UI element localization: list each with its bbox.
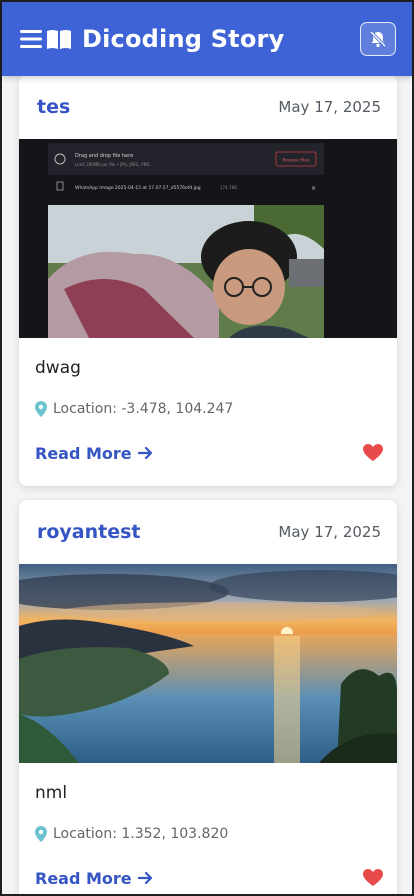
story-card-header: tes May 17, 2025 bbox=[19, 76, 397, 139]
story-author: tes bbox=[37, 96, 71, 118]
story-author: royantest bbox=[37, 521, 141, 543]
story-location-text: Location: 1.352, 103.820 bbox=[53, 826, 229, 842]
story-location-text: Location: -3.478, 104.247 bbox=[53, 401, 234, 417]
story-feed[interactable]: tes May 17, 2025 Drag and drop file here… bbox=[2, 76, 412, 894]
story-description: nml bbox=[35, 783, 68, 803]
book-open-icon bbox=[47, 30, 71, 49]
notification-toggle-button[interactable] bbox=[360, 22, 396, 56]
read-more-link[interactable]: Read More bbox=[35, 444, 153, 463]
story-photo: Drag and drop file here Limit 200MB per … bbox=[19, 139, 397, 338]
bell-off-icon bbox=[369, 30, 387, 48]
menu-button[interactable] bbox=[20, 28, 72, 50]
file-size-text: 174.7KB bbox=[220, 185, 237, 190]
favorite-heart-icon[interactable] bbox=[363, 869, 383, 887]
story-card: tes May 17, 2025 Drag and drop file here… bbox=[19, 76, 397, 486]
browse-files-text: Browse files bbox=[282, 158, 310, 164]
story-card: royantest May 17, 2025 nml Location: 1.3… bbox=[19, 500, 397, 894]
story-card-footer: Read More bbox=[19, 845, 397, 894]
read-more-link[interactable]: Read More bbox=[35, 869, 153, 888]
story-date: May 17, 2025 bbox=[278, 523, 381, 541]
map-pin-icon bbox=[35, 826, 47, 842]
story-location: Location: 1.352, 103.820 bbox=[19, 813, 397, 845]
read-more-label: Read More bbox=[35, 868, 132, 888]
map-pin-icon bbox=[35, 401, 47, 417]
story-card-header: royantest May 17, 2025 bbox=[19, 500, 397, 564]
read-more-label: Read More bbox=[35, 443, 132, 463]
story-photo bbox=[19, 564, 397, 763]
story-location: Location: -3.478, 104.247 bbox=[19, 388, 397, 420]
app-header: Dicoding Story bbox=[2, 2, 412, 76]
upload-limit-text: Limit 200MB per file • JPG, JPEG, PNG bbox=[75, 162, 150, 167]
hamburger-icon bbox=[20, 30, 42, 48]
app-title: Dicoding Story bbox=[82, 25, 285, 53]
favorite-heart-icon[interactable] bbox=[363, 444, 383, 462]
story-description: dwag bbox=[35, 358, 81, 378]
upload-prompt-text: Drag and drop file here bbox=[75, 153, 133, 159]
svg-text:×: × bbox=[311, 185, 316, 192]
arrow-right-icon bbox=[137, 871, 152, 885]
story-date: May 17, 2025 bbox=[278, 98, 381, 116]
arrow-right-icon bbox=[137, 446, 152, 460]
story-card-footer: Read More bbox=[19, 420, 397, 486]
file-name-text: WhatsApp Image 2025-04-15 at 17.07.57_d5… bbox=[75, 185, 201, 191]
